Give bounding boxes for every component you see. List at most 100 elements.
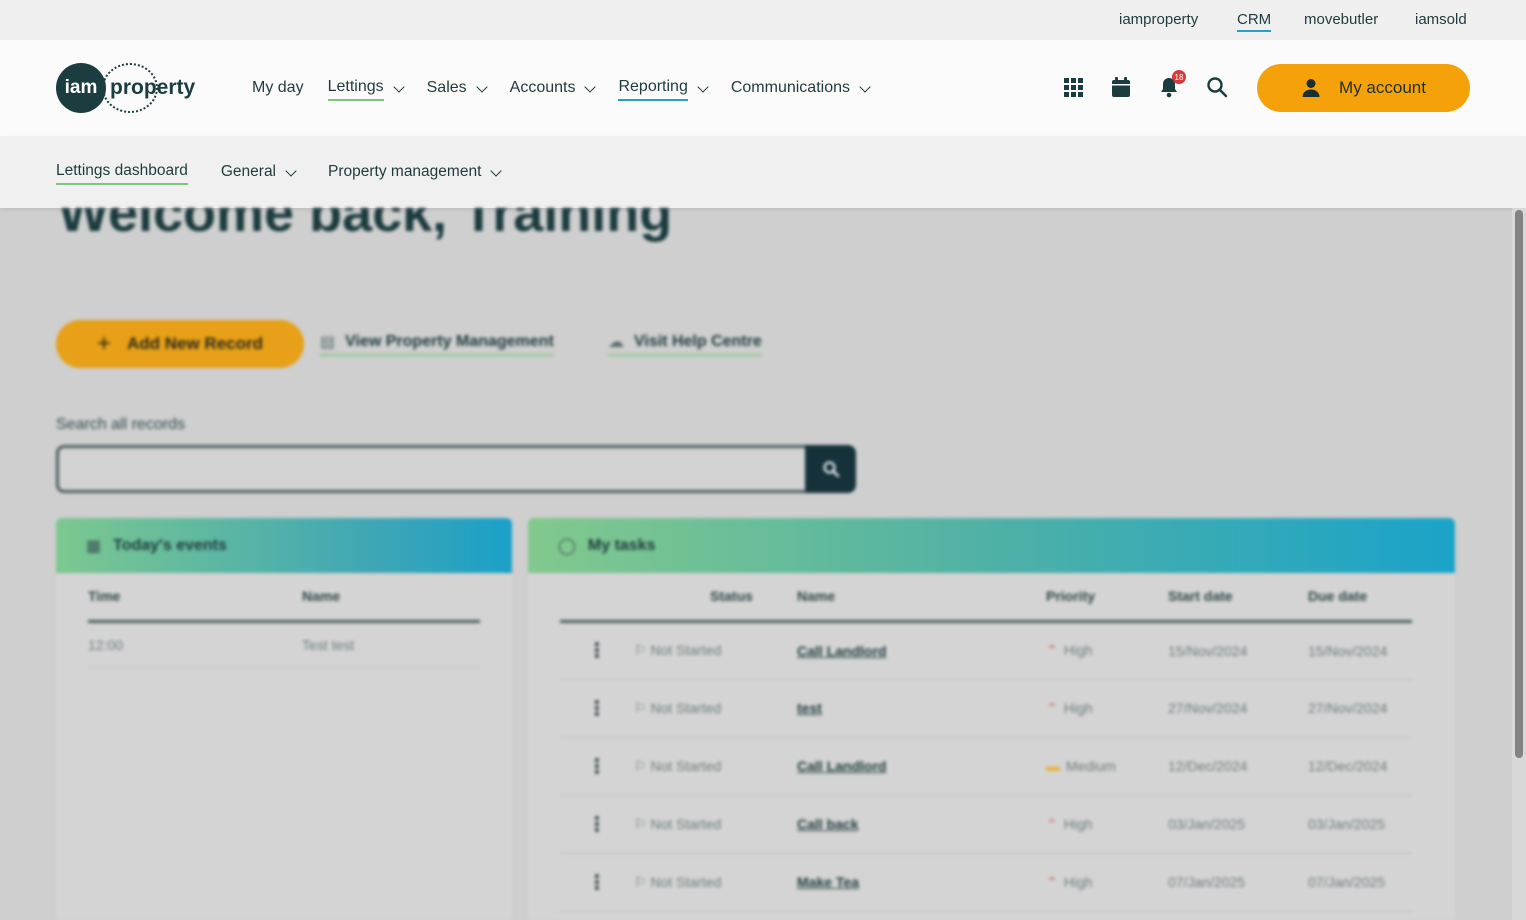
subnav-general[interactable]: General [220, 163, 297, 184]
search-label: Search all records [56, 416, 185, 433]
task-status: ⚐ Not Started [634, 679, 797, 738]
nav-my-day[interactable]: My day [252, 79, 304, 100]
tasks-col-status: Status [634, 573, 797, 623]
util-link-iamproperty[interactable]: iamproperty [1119, 11, 1198, 28]
task-status: ⚐ Not Started [634, 621, 797, 680]
my-tasks-panel: ◯ My tasks Status Name Priority Start da… [528, 518, 1455, 920]
chevron-down-icon [490, 165, 503, 177]
main-header: iam property My day Lettings Sales Accou… [0, 40, 1526, 136]
help-label: Visit Help Centre [634, 333, 762, 350]
view-property-management-link[interactable]: ▤ View Property Management [320, 332, 554, 356]
nav-label: Communications [730, 79, 850, 96]
nav-sales[interactable]: Sales [427, 79, 488, 100]
task-due: 27/Nov/2024 [1308, 679, 1412, 738]
task-priority: ▬ Medium [1046, 737, 1168, 796]
row-actions-icon[interactable]: ⋮ [560, 795, 634, 854]
priority-medium-icon: ▬ [1046, 758, 1060, 774]
priority-high-icon: ⌃ [1046, 815, 1058, 832]
chevron-down-icon [392, 81, 405, 93]
task-priority: ⌃ High [1046, 621, 1168, 680]
nav-label: Reporting [618, 78, 688, 101]
plus-icon: + [96, 330, 111, 357]
tasks-col-priority: Priority [1046, 573, 1168, 623]
table-row[interactable]: ⋮ ⚐ Not Started Call back ⌃ High 03/Jan/2… [560, 795, 1412, 854]
nav-accounts[interactable]: Accounts [509, 79, 597, 100]
nav-communications[interactable]: Communications [730, 79, 871, 100]
task-name-link[interactable]: Call Landlord [797, 621, 1046, 680]
row-actions-icon[interactable]: ⋮ [560, 737, 634, 796]
search-submit-button[interactable] [805, 445, 856, 493]
my-account-button[interactable]: My account [1257, 64, 1470, 112]
chevron-down-icon [285, 165, 297, 177]
task-start: 27/Nov/2024 [1168, 679, 1308, 738]
nav-label: Accounts [509, 79, 576, 96]
search-input[interactable] [56, 445, 806, 493]
table-row[interactable]: 12:00 Test test [88, 621, 480, 668]
events-col-name: Name [302, 573, 480, 623]
priority-high-icon: ⌃ [1046, 642, 1058, 658]
chevron-down-icon [584, 81, 597, 93]
table-row[interactable]: ⋮ ⚐ Not Started Call Landlord ⌃ High 15/N… [560, 621, 1412, 680]
task-name-link[interactable]: Make Tea [797, 853, 1046, 912]
visit-help-centre-link[interactable]: ☁ Visit Help Centre [608, 332, 762, 356]
page-scrollbar[interactable] [1512, 208, 1526, 920]
tasks-col-start: Start date [1168, 573, 1308, 623]
scrollbar-thumb[interactable] [1515, 210, 1523, 758]
add-record-label: Add New Record [126, 334, 264, 353]
row-actions-icon[interactable]: ⋮ [560, 853, 634, 912]
row-actions-icon[interactable]: ⋮ [560, 621, 634, 680]
nav-label: My day [252, 79, 304, 96]
chevron-down-icon [859, 81, 871, 93]
task-due: 03/Jan/2025 [1308, 795, 1412, 854]
todays-events-panel: ▦ Today's events Time Name 12:00 Test te… [56, 518, 512, 920]
search-icon[interactable] [1204, 74, 1230, 100]
nav-lettings[interactable]: Lettings [327, 78, 405, 101]
table-row[interactable]: ⋮ ⚐ Not Started Make Tea ⌃ High 07/Jan/20… [560, 853, 1412, 912]
cloud-icon: ☁ [608, 334, 624, 351]
task-start: 03/Jan/2025 [1168, 795, 1308, 854]
nav-label: Lettings [327, 78, 384, 101]
events-col-time: Time [88, 573, 302, 623]
tasks-col-due: Due date [1308, 573, 1412, 623]
apps-grid-icon[interactable] [1060, 74, 1086, 100]
priority-high-icon: ⌃ [1046, 873, 1058, 890]
task-start: 07/Jan/2025 [1168, 853, 1308, 912]
row-actions-icon[interactable]: ⋮ [560, 679, 634, 738]
subnav-label: Lettings dashboard [56, 162, 188, 185]
calendar-icon[interactable] [1108, 74, 1134, 100]
tasks-table: Status Name Priority Start date Due date… [560, 573, 1412, 912]
subnav-label: Property management [328, 163, 482, 180]
main-nav: My day Lettings Sales Accounts Reporting… [252, 78, 893, 101]
utility-bar: iamproperty CRM movebutler iamsold [0, 0, 1526, 40]
util-link-movebutler[interactable]: movebutler [1304, 11, 1378, 28]
priority-high-icon: ⌃ [1046, 699, 1058, 716]
table-row[interactable]: ⋮ ⚐ Not Started Call Landlord ▬ Medium 12… [560, 737, 1412, 796]
task-name-link[interactable]: Call back [797, 795, 1046, 854]
search-icon [823, 461, 839, 478]
chevron-down-icon [697, 81, 709, 93]
events-title: Today's events [113, 536, 227, 554]
task-status: ⚐ Not Started [634, 737, 797, 796]
subnav-property-management[interactable]: Property management [328, 163, 503, 184]
welcome-heading: Welcome back, Training [58, 208, 673, 243]
subnav-lettings-dashboard[interactable]: Lettings dashboard [56, 162, 188, 185]
add-new-record-button[interactable]: + Add New Record [56, 320, 304, 368]
check-circle-icon: ◯ [558, 537, 576, 555]
util-link-crm[interactable]: CRM [1237, 11, 1272, 32]
logo-text: property [110, 76, 196, 99]
table-row[interactable]: ⋮ ⚐ Not Started test ⌃ High 27/Nov/2024 2… [560, 679, 1412, 738]
logo[interactable]: iam property [56, 62, 195, 114]
task-due: 12/Dec/2024 [1308, 737, 1412, 796]
util-link-iamsold[interactable]: iamsold [1415, 11, 1467, 28]
flag-icon: ⚐ [634, 815, 651, 832]
my-account-label: My account [1339, 78, 1426, 97]
task-name-link[interactable]: test [797, 679, 1046, 738]
nav-reporting[interactable]: Reporting [618, 78, 709, 101]
header-icons: 18 [1060, 70, 1252, 100]
events-header: ▦ Today's events [56, 518, 512, 573]
bell-icon[interactable]: 18 [1156, 70, 1186, 100]
event-name: Test test [302, 621, 480, 668]
task-name-link[interactable]: Call Landlord [797, 737, 1046, 796]
event-time: 12:00 [88, 621, 302, 668]
subnav-label: General [220, 163, 277, 180]
